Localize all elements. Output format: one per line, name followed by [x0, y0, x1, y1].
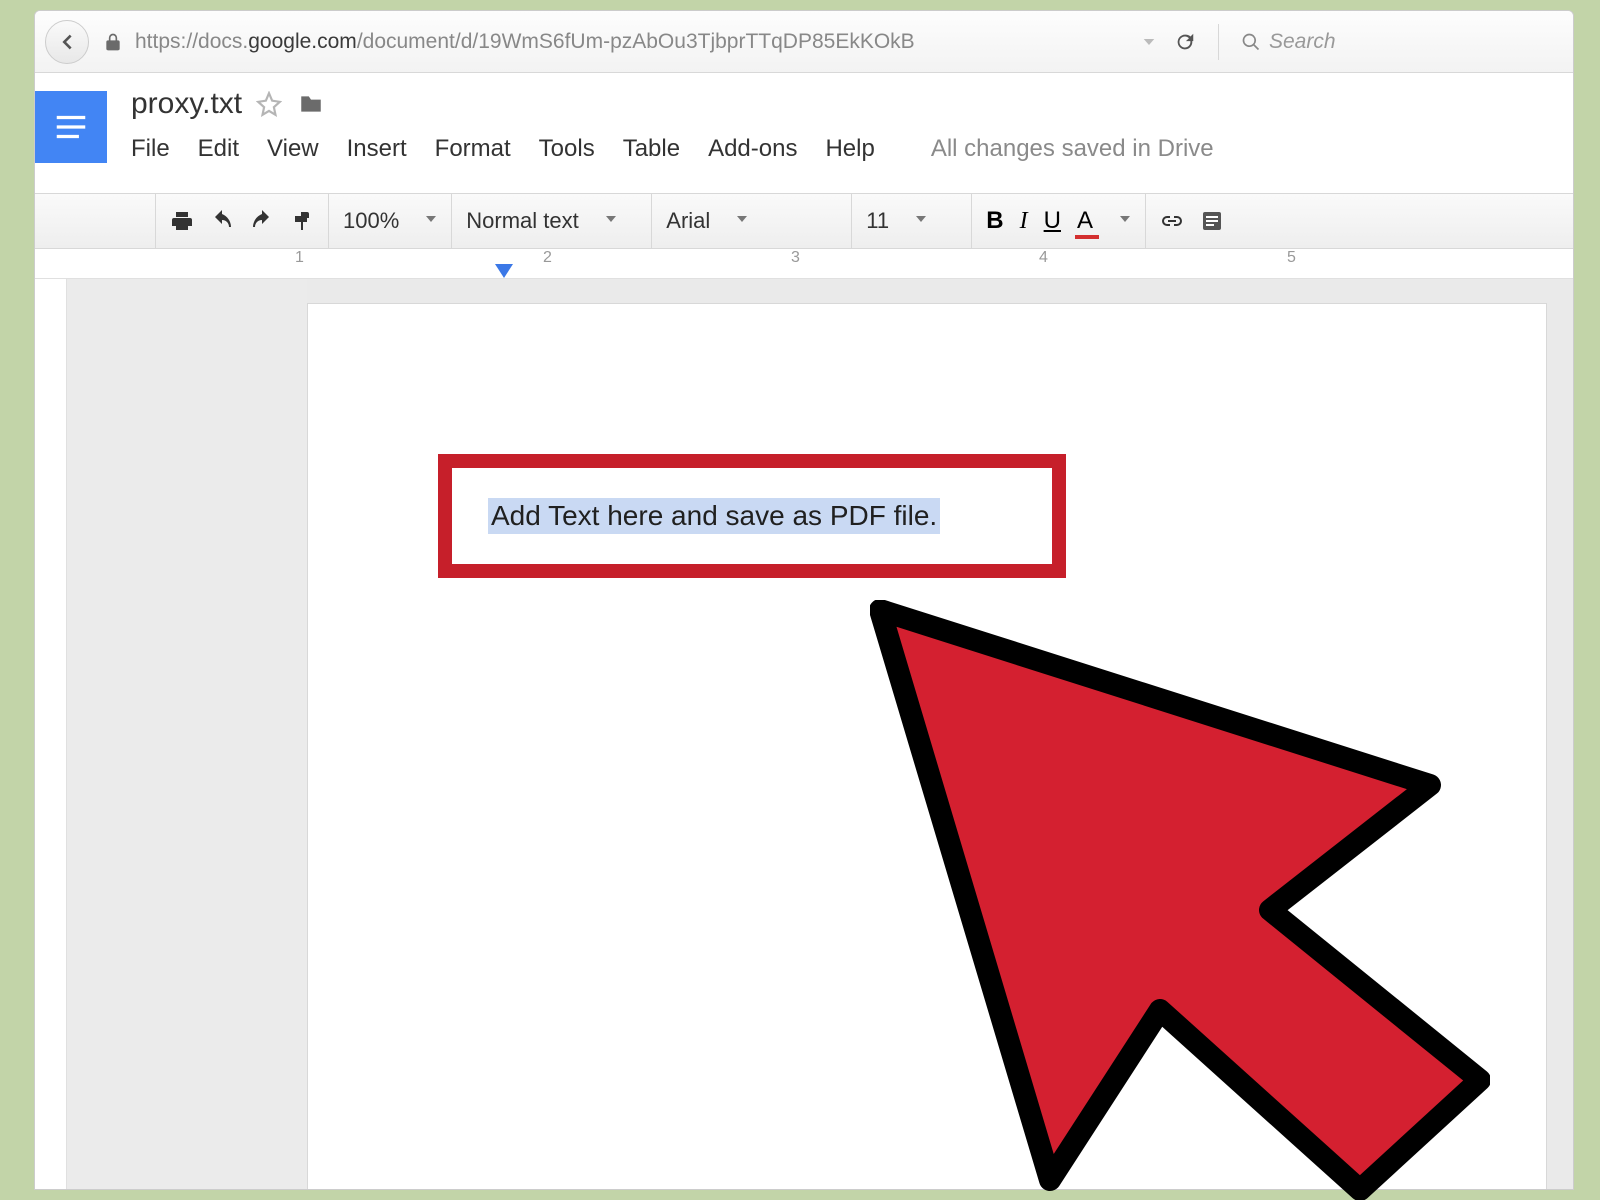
menu-bar: File Edit View Insert Format Tools Table… — [131, 135, 1214, 163]
align-button[interactable] — [1200, 209, 1224, 233]
redo-button[interactable] — [250, 209, 274, 233]
bold-button[interactable]: B — [986, 207, 1003, 235]
url-dropdown-icon[interactable] — [1140, 33, 1158, 51]
drive-status: All changes saved in Drive — [931, 135, 1214, 163]
text-color-button[interactable]: A — [1077, 207, 1093, 235]
menu-table[interactable]: Table — [623, 135, 680, 163]
url-field[interactable]: https://docs.google.com/document/d/19WmS… — [131, 24, 1132, 60]
folder-icon[interactable] — [296, 91, 326, 117]
chevron-down-icon[interactable] — [1119, 212, 1131, 230]
paint-format-button[interactable] — [290, 209, 314, 233]
chevron-down-icon[interactable] — [605, 212, 617, 230]
document-body-text[interactable]: Add Text here and save as PDF file. — [488, 498, 940, 534]
star-icon[interactable] — [256, 91, 282, 117]
vertical-ruler[interactable] — [35, 279, 67, 1189]
menu-format[interactable]: Format — [435, 135, 511, 163]
italic-button[interactable]: I — [1020, 208, 1028, 235]
lock-icon — [103, 32, 123, 52]
menu-tools[interactable]: Tools — [539, 135, 595, 163]
search-placeholder: Search — [1269, 30, 1336, 54]
chevron-down-icon[interactable] — [736, 212, 748, 230]
annotation-cursor-arrow-icon — [870, 600, 1490, 1200]
docs-logo[interactable] — [35, 91, 107, 163]
docs-title-area: proxy.txt File Edit View Insert Format T… — [107, 73, 1214, 193]
underline-button[interactable]: U — [1044, 207, 1061, 235]
url-prefix: https://docs. — [135, 30, 248, 53]
menu-file[interactable]: File — [131, 135, 170, 163]
paragraph-style-select[interactable]: Normal text — [466, 208, 578, 234]
menu-edit[interactable]: Edit — [198, 135, 239, 163]
back-button[interactable] — [45, 20, 89, 64]
nav-separator — [1218, 24, 1219, 60]
browser-nav-bar: https://docs.google.com/document/d/19WmS… — [35, 11, 1573, 73]
insert-link-button[interactable] — [1160, 209, 1184, 233]
ruler-number: 5 — [1287, 249, 1296, 267]
chevron-down-icon[interactable] — [425, 212, 437, 230]
menu-insert[interactable]: Insert — [347, 135, 407, 163]
toolbar: 100% Normal text Arial 11 B I U A — [35, 193, 1573, 249]
search-icon — [1241, 32, 1261, 52]
document-title[interactable]: proxy.txt — [131, 87, 242, 121]
print-button[interactable] — [170, 209, 194, 233]
page-gutter — [67, 279, 307, 1189]
horizontal-ruler[interactable]: 1 2 3 4 5 — [35, 249, 1573, 279]
docs-header: proxy.txt File Edit View Insert Format T… — [35, 73, 1573, 193]
ruler-number: 3 — [791, 249, 800, 267]
menu-addons[interactable]: Add-ons — [708, 135, 797, 163]
font-size-select[interactable]: 11 — [866, 208, 889, 234]
url-path: /document/d/19WmS6fUm-pzAbOu3TjbprTTqDP8… — [357, 30, 915, 53]
undo-button[interactable] — [210, 209, 234, 233]
ruler-number: 2 — [543, 249, 552, 267]
ruler-number: 1 — [295, 249, 304, 267]
font-select[interactable]: Arial — [666, 208, 710, 234]
reload-button[interactable] — [1174, 31, 1196, 53]
chevron-down-icon[interactable] — [915, 212, 927, 230]
menu-view[interactable]: View — [267, 135, 319, 163]
ruler-number: 4 — [1039, 249, 1048, 267]
browser-search-box[interactable]: Search — [1233, 23, 1563, 61]
url-host: google.com — [248, 30, 357, 53]
annotation-highlight-box: Add Text here and save as PDF file. — [438, 454, 1066, 578]
zoom-select[interactable]: 100% — [343, 208, 399, 234]
menu-help[interactable]: Help — [825, 135, 874, 163]
